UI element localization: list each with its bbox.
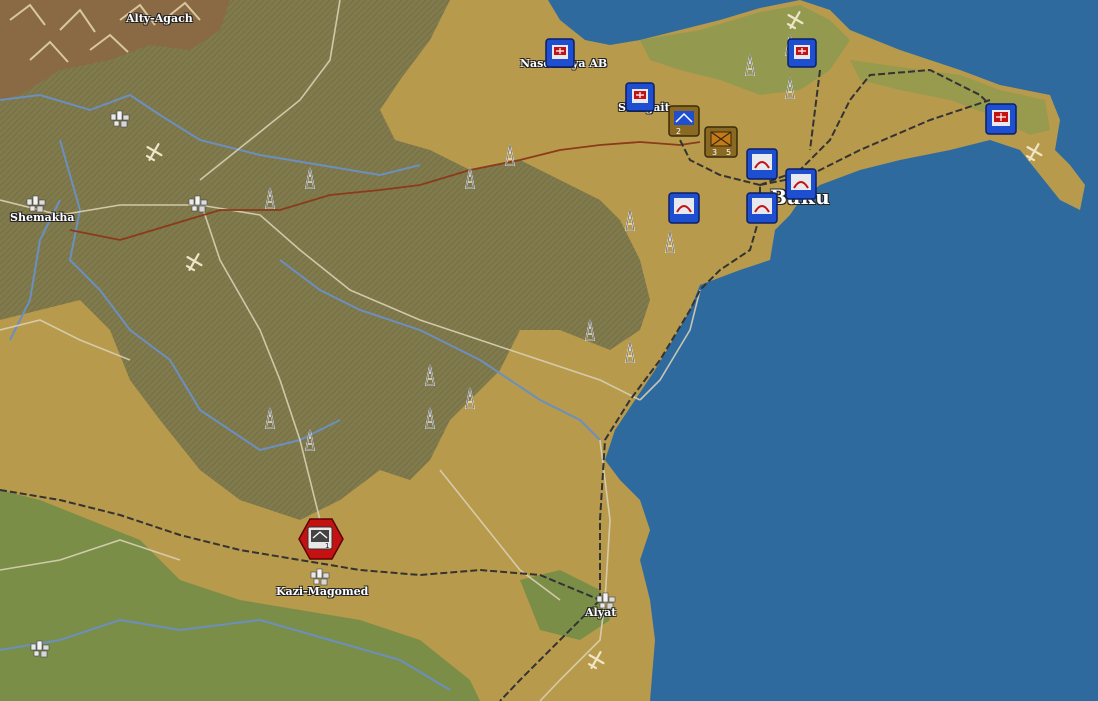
place-label-alty-agach: Alty-Agach (126, 12, 193, 25)
place-label-shemakha: Shemakha (10, 211, 75, 224)
place-label-kazi-magomed: Kazi-Magomed (276, 585, 369, 598)
place-label-alyat: Alyat (585, 606, 617, 619)
unit-supply-value: 5 (726, 148, 731, 157)
unit-rail-hq-strength: 2 (676, 127, 681, 136)
map-viewport[interactable]: Alty-Agach Nasosnaya AB Sumgait Shemakha… (0, 0, 1098, 701)
unit-baku-flak-2[interactable] (785, 168, 817, 200)
unit-sumgait-air[interactable] (625, 82, 655, 112)
unit-baku-flak-3[interactable] (746, 192, 778, 224)
unit-supply-strength: 3 (712, 148, 717, 157)
unit-supply-depot[interactable]: 3 5 (704, 126, 738, 158)
unit-axis-recon-strength: 1 (325, 542, 329, 550)
unit-baku-flak-1[interactable] (746, 148, 778, 180)
unit-axis-recon[interactable]: 1 (298, 518, 344, 560)
unit-apsheron-air[interactable] (787, 38, 817, 68)
unit-nasosnaya-air[interactable] (545, 38, 575, 68)
terrain-map (0, 0, 1098, 701)
unit-rail-hq[interactable]: 2 (668, 105, 700, 137)
unit-east-air[interactable] (985, 103, 1017, 135)
unit-west-flak[interactable] (668, 192, 700, 224)
